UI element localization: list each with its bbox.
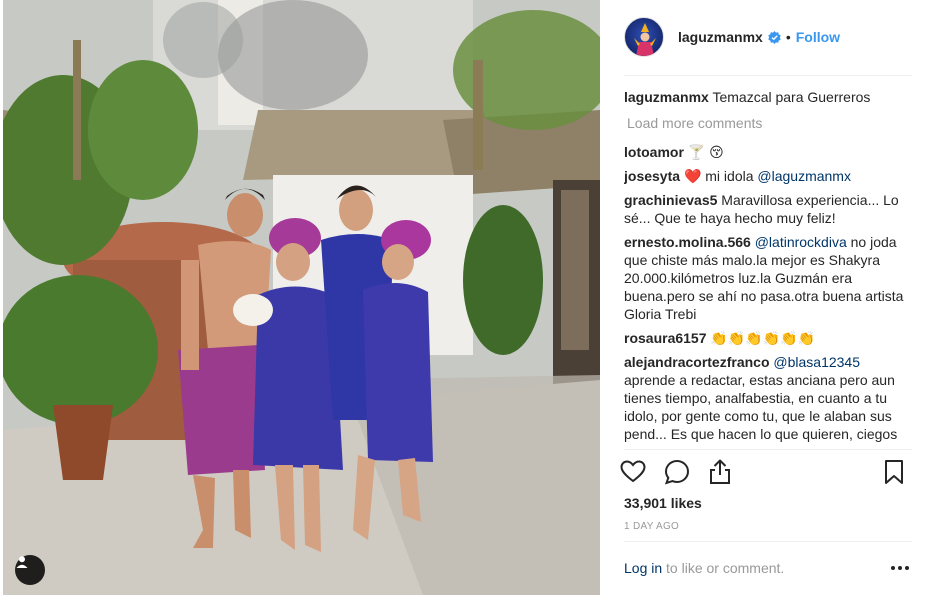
load-more-comments-button[interactable]: Load more comments: [627, 114, 912, 132]
login-link[interactable]: Log in: [624, 560, 662, 576]
avatar-image: [634, 23, 656, 56]
avatar[interactable]: [624, 17, 664, 57]
user-tag-icon: [16, 556, 28, 568]
comment-text: 👏👏👏👏👏👏: [710, 330, 815, 346]
header-divider: [624, 75, 912, 76]
action-bar: [620, 458, 912, 490]
comment-username[interactable]: grachinievas5: [624, 192, 717, 208]
post-header: laguzmanmx • Follow: [624, 16, 912, 58]
comment-username[interactable]: rosaura6157: [624, 330, 707, 346]
comment-username[interactable]: alejandracortezfranco: [624, 354, 770, 370]
post-photo[interactable]: [3, 0, 600, 595]
login-prompt: Log in to like or comment.: [624, 560, 912, 576]
comments-list: laguzmanmx Temazcal para Guerreros Load …: [624, 88, 912, 443]
caption-username[interactable]: laguzmanmx: [624, 89, 709, 105]
comment-mention[interactable]: @latinrockdiva: [755, 234, 847, 250]
share-icon[interactable]: [706, 458, 734, 486]
comment-username[interactable]: josesyta: [624, 168, 680, 184]
photo-scene: [3, 0, 600, 595]
comment-mention[interactable]: @blasa12345: [773, 354, 860, 370]
comment-item: rosaura6157 👏👏👏👏👏👏: [624, 329, 912, 347]
comment-item: ernesto.molina.566 @latinrockdiva no jod…: [624, 233, 912, 323]
post-timestamp[interactable]: 1 DAY AGO: [624, 521, 679, 532]
comment-item: alejandracortezfranco @blasa12345 aprend…: [624, 353, 912, 443]
post-username[interactable]: laguzmanmx: [678, 29, 763, 45]
comment-username[interactable]: lotoamor: [624, 144, 684, 160]
follow-button[interactable]: Follow: [796, 29, 840, 45]
comment-text: 🍸 😚: [687, 144, 724, 160]
comment-mention[interactable]: @laguzmanmx: [757, 168, 851, 184]
actions-divider: [624, 449, 912, 450]
comment-username[interactable]: ernesto.molina.566: [624, 234, 751, 250]
footer-divider: [624, 541, 912, 542]
comment-icon[interactable]: [663, 458, 691, 486]
comment-text: aprende a redactar, estas anciana pero a…: [624, 372, 898, 442]
comment-item: lotoamor 🍸 😚: [624, 143, 912, 161]
bookmark-icon[interactable]: [880, 458, 908, 486]
comment-item: josesyta ❤️ mi idola @laguzmanmx: [624, 167, 912, 185]
post-side-panel: laguzmanmx • Follow laguzmanmx Temazcal …: [600, 0, 937, 595]
verified-badge-icon: [768, 30, 781, 44]
post-caption: laguzmanmx Temazcal para Guerreros: [624, 88, 912, 106]
header-separator: •: [785, 29, 791, 45]
likes-count[interactable]: 33,901 likes: [624, 495, 702, 511]
comment-item: grachinievas5 Maravillosa experiencia...…: [624, 191, 912, 227]
login-prompt-text: to like or comment.: [662, 560, 785, 576]
heart-icon[interactable]: [619, 458, 647, 486]
user-tag-button[interactable]: [15, 555, 45, 585]
caption-text: Temazcal para Guerreros: [712, 89, 871, 105]
more-options-icon[interactable]: [888, 558, 912, 578]
comment-text: ❤️ mi idola: [683, 168, 754, 184]
